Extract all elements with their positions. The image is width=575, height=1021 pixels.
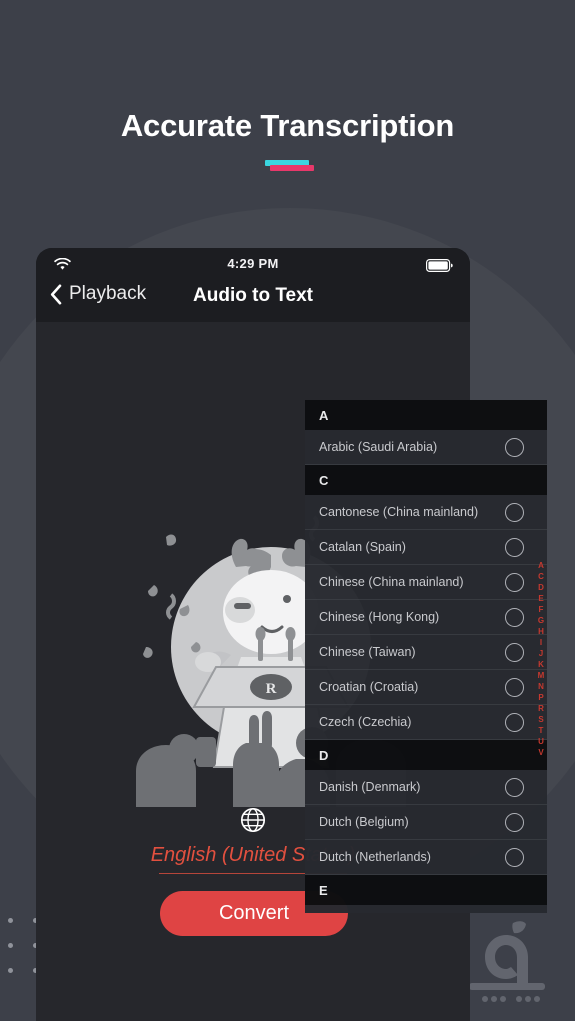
language-row[interactable]: Chinese (Taiwan) (305, 635, 547, 670)
language-name: Chinese (Taiwan) (319, 645, 416, 659)
battery-full-icon (426, 259, 453, 272)
globe-icon[interactable] (240, 807, 266, 833)
status-bar: 4:29 PM (36, 248, 470, 280)
language-name: Chinese (Hong Kong) (319, 610, 440, 624)
language-name: Cantonese (China mainland) (319, 505, 479, 519)
index-letter[interactable]: A (538, 560, 544, 571)
language-row[interactable]: Catalan (Spain) (305, 530, 547, 565)
language-section-header: A (305, 400, 547, 430)
language-name: Dutch (Netherlands) (319, 850, 431, 864)
language-row[interactable]: Chinese (China mainland) (305, 565, 547, 600)
language-radio-button[interactable] (505, 778, 524, 797)
language-radio-button[interactable] (505, 678, 524, 697)
index-letter[interactable]: J (539, 648, 543, 659)
index-letter[interactable]: F (539, 604, 544, 615)
index-letter[interactable]: M (538, 670, 545, 681)
page-title: Audio to Text (193, 285, 313, 306)
index-letter[interactable]: K (538, 659, 544, 670)
language-section-header: C (305, 465, 547, 495)
accent-bar-red (270, 165, 314, 171)
language-section-header: D (305, 740, 547, 770)
index-letter[interactable]: C (538, 571, 544, 582)
index-letter[interactable]: T (539, 725, 544, 736)
title-accent-underline (0, 160, 575, 174)
nav-bar: Playback Audio to Text (36, 280, 470, 322)
promo-title: Accurate Transcription (120, 108, 455, 143)
index-letter[interactable]: U (538, 736, 544, 747)
language-radio-button[interactable] (505, 503, 524, 522)
language-row[interactable]: Croatian (Croatia) (305, 670, 547, 705)
language-section-header: E (305, 875, 547, 905)
decorative-dot (8, 968, 13, 973)
language-name: Danish (Denmark) (319, 780, 421, 794)
language-name: Catalan (Spain) (319, 540, 406, 554)
alphabet-index-strip[interactable]: ACDEFGHIJKMNPRSTUV (534, 560, 548, 758)
language-row[interactable]: Chinese (Hong Kong) (305, 600, 547, 635)
index-letter[interactable]: I (540, 637, 542, 648)
language-name: Czech (Czechia) (319, 715, 412, 729)
language-row[interactable]: Dutch (Netherlands) (305, 840, 547, 875)
language-row[interactable]: Arabic (Saudi Arabia) (305, 430, 547, 465)
language-radio-button[interactable] (505, 438, 524, 457)
language-radio-button[interactable] (505, 848, 524, 867)
language-radio-button[interactable] (505, 643, 524, 662)
index-letter[interactable]: D (538, 582, 544, 593)
language-picker-panel[interactable]: A Arabic (Saudi Arabia) C Cantonese (China … (305, 400, 547, 913)
decorative-dot (8, 943, 13, 948)
language-radio-button[interactable] (505, 713, 524, 732)
language-name: Dutch (Belgium) (319, 815, 409, 829)
language-radio-button[interactable] (505, 813, 524, 832)
language-radio-button[interactable] (505, 538, 524, 557)
status-bar-time: 4:29 PM (227, 256, 279, 271)
language-radio-button[interactable] (505, 608, 524, 627)
decorative-dot (8, 918, 13, 923)
index-letter[interactable]: E (538, 593, 543, 604)
language-row[interactable]: Danish (Denmark) (305, 770, 547, 805)
index-letter[interactable]: V (538, 747, 543, 758)
index-letter[interactable]: R (538, 703, 544, 714)
language-row[interactable]: Cantonese (China mainland) (305, 495, 547, 530)
index-letter[interactable]: H (538, 626, 544, 637)
language-row[interactable]: Czech (Czechia) (305, 705, 547, 740)
index-letter[interactable]: N (538, 681, 544, 692)
language-radio-button[interactable] (505, 573, 524, 592)
svg-text:R: R (266, 681, 277, 697)
index-letter[interactable]: P (538, 692, 543, 703)
index-letter[interactable]: S (538, 714, 543, 725)
language-name: Chinese (China mainland) (319, 575, 464, 589)
index-letter[interactable]: G (538, 615, 544, 626)
language-name: Croatian (Croatia) (319, 680, 419, 694)
language-name: Arabic (Saudi Arabia) (319, 440, 438, 454)
language-row[interactable]: Dutch (Belgium) (305, 805, 547, 840)
language-row[interactable]: English (Australia) (305, 905, 547, 913)
